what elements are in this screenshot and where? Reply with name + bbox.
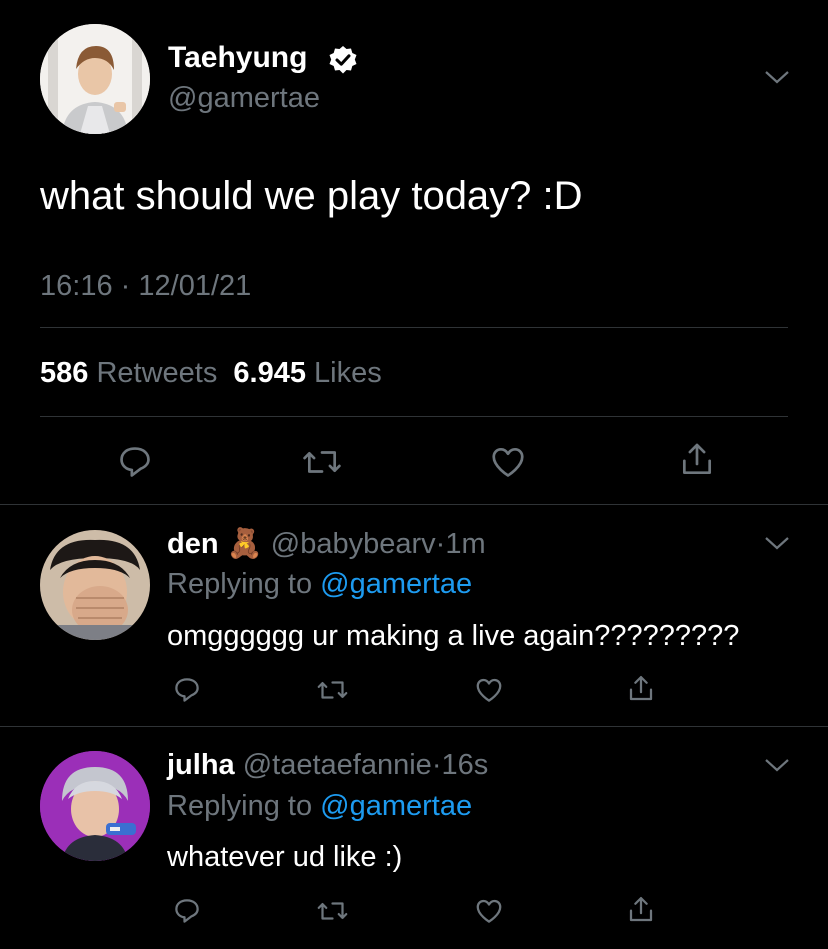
tweet-date: 12/01/21 (138, 270, 252, 302)
reply-text: omgggggg ur making a live again????????? (167, 620, 740, 652)
retweet-icon[interactable] (316, 675, 349, 705)
reply-avatar[interactable] (40, 530, 150, 640)
reply-icon[interactable] (172, 675, 202, 705)
reply-text: whatever ud like :) (167, 841, 403, 873)
replying-to: Replying to @gamertae (167, 566, 472, 602)
share-icon[interactable] (626, 894, 656, 926)
share-icon[interactable] (626, 673, 656, 705)
like-icon[interactable] (474, 896, 504, 926)
reply-author-name[interactable]: den (167, 528, 219, 560)
chevron-down-icon[interactable] (763, 67, 791, 87)
reply-author-handle[interactable]: @babybearv (271, 528, 436, 560)
reply-author-name[interactable]: julha (167, 749, 235, 781)
divider (40, 327, 788, 328)
chevron-down-icon[interactable] (763, 533, 791, 553)
reply-separator: · (435, 528, 446, 560)
tweet-stats: 586 Retweets 6.945 Likes (40, 355, 382, 391)
retweet-icon[interactable] (316, 896, 349, 926)
divider (0, 504, 828, 505)
reply-separator: · (431, 749, 442, 781)
tweet-text: what should we play today? :D (40, 174, 583, 218)
divider (40, 416, 788, 417)
retweet-icon[interactable] (301, 443, 343, 481)
replying-to-label: Replying to (167, 790, 313, 822)
author-handle[interactable]: @gamertae (168, 80, 320, 116)
author-avatar[interactable] (40, 24, 150, 134)
reply-author-handle[interactable]: @taetaefannie (243, 749, 432, 781)
replying-to-link[interactable]: @gamertae (320, 790, 472, 822)
tweet-time: 16:16 (40, 270, 113, 302)
retweets-stat[interactable]: 586 Retweets (40, 357, 225, 389)
timestamp-separator: · (120, 270, 131, 302)
retweets-label: Retweets (96, 357, 218, 389)
replying-to: Replying to @gamertae (167, 788, 472, 824)
reply-header: julha @taetaefannie·16s (167, 747, 488, 783)
teddy-bear-emoji-icon: 🧸 (226, 528, 263, 560)
share-icon[interactable] (678, 440, 716, 480)
replying-to-label: Replying to (167, 568, 313, 600)
likes-label: Likes (314, 357, 382, 389)
reply-time: 16s (441, 749, 489, 781)
like-icon[interactable] (474, 675, 504, 705)
reply-icon[interactable] (172, 896, 202, 926)
chevron-down-icon[interactable] (763, 755, 791, 775)
divider (0, 726, 828, 727)
tweet-timestamp: 16:16 · 12/01/21 (40, 268, 251, 304)
replying-to-link[interactable]: @gamertae (320, 568, 472, 600)
retweets-count: 586 (40, 357, 89, 389)
reply-icon[interactable] (116, 443, 154, 481)
verified-badge-icon (327, 44, 359, 76)
likes-stat[interactable]: 6.945 Likes (233, 357, 381, 389)
like-icon[interactable] (489, 443, 527, 481)
reply-avatar[interactable] (40, 751, 150, 861)
reply-time: 1m (445, 528, 486, 560)
author-name[interactable]: Taehyung (168, 40, 307, 76)
likes-count: 6.945 (233, 357, 306, 389)
reply-header: den 🧸 @babybearv·1m (167, 526, 486, 562)
